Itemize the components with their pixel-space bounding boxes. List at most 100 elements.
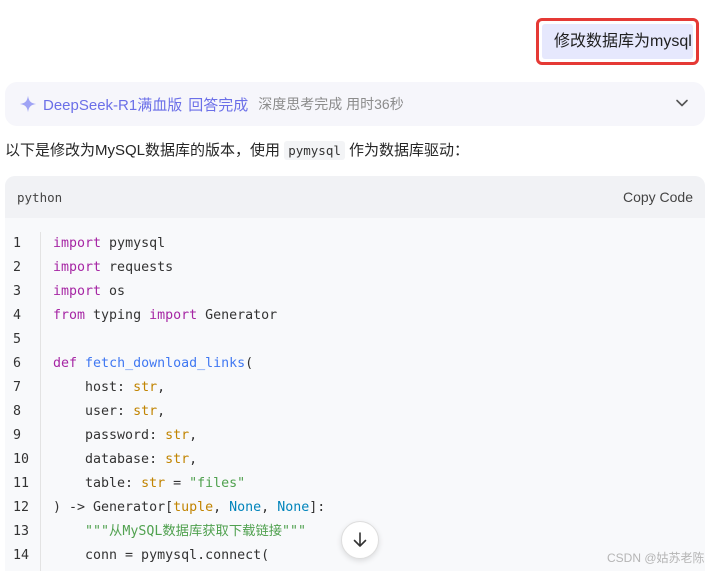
line-number: 7 — [13, 380, 22, 395]
code-token: import — [149, 308, 198, 323]
line-number: 6 — [13, 356, 22, 371]
code-token: def — [53, 356, 78, 371]
code-line: 12 ) -> Generator[tuple, None, None]: — [5, 496, 705, 520]
code-text: user: str, — [35, 400, 165, 424]
gutter-divider — [40, 232, 41, 571]
code-token: str — [133, 404, 158, 419]
thinking-time: 深度思考完成 用时36秒 — [258, 96, 404, 112]
code-token: import — [53, 284, 102, 299]
code-token: ]: — [309, 500, 326, 515]
intro-text-before: 以下是修改为MySQL数据库的版本，使用 — [5, 142, 285, 159]
code-token: None — [277, 500, 310, 515]
code-line: 5 — [5, 328, 705, 352]
code-token: tuple — [173, 500, 214, 515]
code-token: table: — [53, 476, 142, 491]
code-line: 6 def fetch_download_links( — [5, 352, 705, 376]
line-number: 9 — [13, 428, 22, 443]
line-number: 11 — [13, 476, 30, 491]
watermark: CSDN @姑苏老陈 — [607, 551, 705, 565]
code-token: requests — [101, 260, 174, 275]
code-token: , — [189, 428, 198, 443]
code-token: , — [189, 452, 198, 467]
code-token: pymysql — [101, 236, 166, 251]
line-number: 14 — [13, 548, 30, 563]
code-token: , — [157, 380, 166, 395]
code-token: , — [261, 500, 278, 515]
code-token: , — [213, 500, 230, 515]
line-number: 2 — [13, 260, 22, 275]
line-number: 1 — [13, 236, 22, 251]
code-token: import — [53, 236, 102, 251]
line-number: 10 — [13, 452, 30, 467]
code-token: ( — [245, 356, 254, 371]
scroll-to-bottom-button[interactable] — [341, 521, 379, 559]
line-number: 12 — [13, 500, 30, 515]
code-token: fetch_download_links — [85, 356, 246, 371]
code-token: conn = pymysql.connect( — [53, 548, 270, 563]
code-body: 1 import pymysql 2 import requests 3 import o… — [5, 218, 705, 571]
code-line: 3 import os — [5, 280, 705, 304]
user-message-bubble: 修改数据库为mysql — [542, 24, 693, 59]
code-line: 9 password: str, — [5, 424, 705, 448]
code-text: table: str = "files" — [35, 472, 245, 496]
code-line: 10 database: str, — [5, 448, 705, 472]
code-token: """从MySQL数据库获取下载链接""" — [53, 524, 307, 539]
code-token: str — [133, 380, 158, 395]
answer-status: 回答完成 — [188, 96, 249, 114]
line-number: 3 — [13, 284, 22, 299]
line-number: 5 — [13, 332, 22, 347]
chevron-down-icon[interactable] — [675, 96, 689, 110]
code-line: 7 host: str, — [5, 376, 705, 400]
line-number: 8 — [13, 404, 22, 419]
user-message-highlight: 修改数据库为mysql — [536, 18, 699, 65]
code-line: 11 table: str = "files" — [5, 472, 705, 496]
code-text: host: str, — [35, 376, 165, 400]
arrow-down-icon — [353, 532, 367, 547]
code-token: str — [141, 476, 166, 491]
code-token: password: — [53, 428, 166, 443]
code-token: = — [165, 476, 190, 491]
code-text: import requests — [35, 256, 173, 280]
code-text: import pymysql — [35, 232, 165, 256]
code-token: typing — [85, 308, 150, 323]
code-token: str — [165, 452, 190, 467]
code-text: ) -> Generator[tuple, None, None]: — [35, 496, 325, 520]
code-block: python Copy Code 1 import pymysql 2 import … — [5, 176, 705, 571]
copy-code-button[interactable]: Copy Code — [623, 189, 693, 205]
line-number: 13 — [13, 524, 30, 539]
code-line: 4 from typing import Generator — [5, 304, 705, 328]
code-line: 2 import requests — [5, 256, 705, 280]
code-text: """从MySQL数据库获取下载链接""" — [35, 520, 306, 544]
model-name: DeepSeek-R1满血版 — [43, 96, 183, 114]
code-token: user: — [53, 404, 134, 419]
code-text: database: str, — [35, 448, 197, 472]
code-token: ) -> Generator[ — [53, 500, 174, 515]
code-token: os — [101, 284, 126, 299]
sparkle-icon — [19, 95, 37, 113]
thinking-status-bar[interactable]: DeepSeek-R1满血版 回答完成 深度思考完成 用时36秒 — [5, 82, 705, 126]
code-token: None — [229, 500, 262, 515]
code-header: python Copy Code — [5, 176, 705, 218]
code-token: from — [53, 308, 86, 323]
code-token: import — [53, 260, 102, 275]
code-token: host: — [53, 380, 134, 395]
inline-code: pymysql — [284, 141, 345, 160]
code-language: python — [17, 189, 63, 205]
code-token: Generator — [197, 308, 278, 323]
intro-text-after: 作为数据库驱动： — [344, 142, 470, 159]
code-token: database: — [53, 452, 166, 467]
code-text: from typing import Generator — [35, 304, 277, 328]
code-text: conn = pymysql.connect( — [35, 544, 269, 568]
code-text: import os — [35, 280, 125, 304]
code-text: password: str, — [35, 424, 197, 448]
answer-intro: 以下是修改为MySQL数据库的版本，使用 pymysql 作为数据库驱动： — [5, 139, 705, 163]
code-token: , — [157, 404, 166, 419]
line-number: 4 — [13, 308, 22, 323]
code-line: 8 user: str, — [5, 400, 705, 424]
code-text: def fetch_download_links( — [35, 352, 253, 376]
code-line: 1 import pymysql — [5, 232, 705, 256]
code-token: "files" — [189, 476, 246, 491]
code-token: str — [165, 428, 190, 443]
